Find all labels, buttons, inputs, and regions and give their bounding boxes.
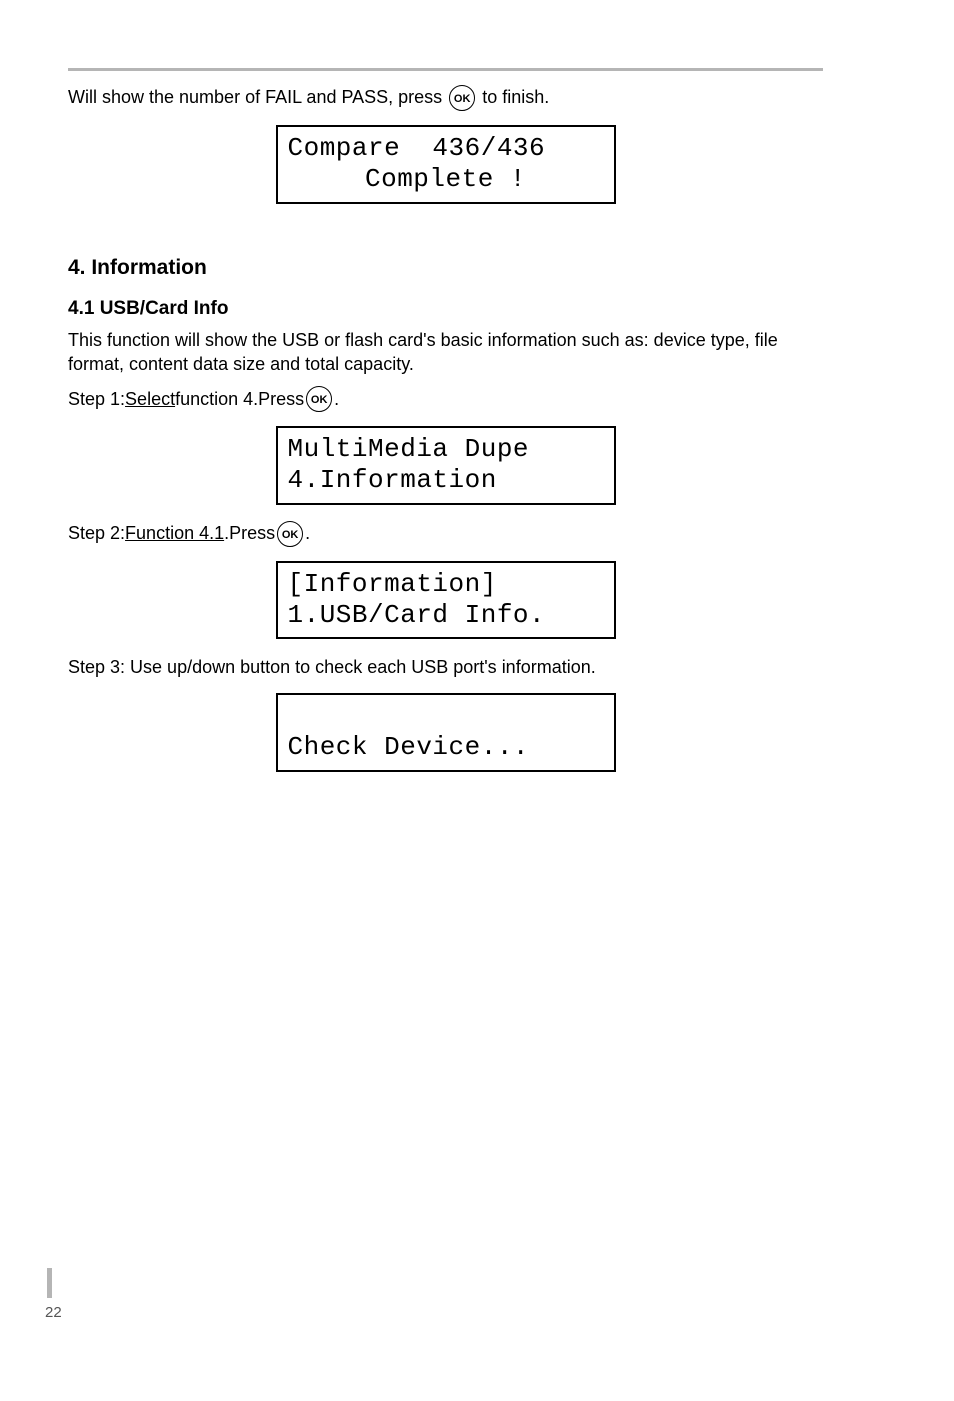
ok-icon: OK [306,386,332,412]
lcd-compare-line2: Complete ! [288,164,604,195]
step-2: Step 2: Function 4.1 .Press OK . [68,521,823,547]
intro-pre: Will show the number of FAIL and PASS, p… [68,87,447,107]
ok-icon: OK [277,521,303,547]
step2-post: . [305,521,310,545]
lcd-info-line1: [Information] [288,569,604,600]
lcd-compare: Compare 436/436 Complete ! [276,125,616,203]
intro-post: to finish. [482,87,549,107]
lcd-menu: MultiMedia Dupe 4.Information [276,426,616,504]
page-number-value: 22 [45,1304,54,1321]
lcd-menu-line1: MultiMedia Dupe [288,434,604,465]
lcd-info-line2: 1.USB/Card Info. [288,600,604,631]
section-41-desc: This function will show the USB or flash… [68,328,823,377]
section-4-heading: 4. Information [68,256,823,280]
step1-prefix: Step 1: [68,387,125,411]
page-number: 22 [45,1268,54,1321]
lcd-compare-line1: Compare 436/436 [288,133,604,164]
section-41-heading: 4.1 USB/Card Info [68,298,823,320]
ok-icon: OK [449,85,475,111]
step2-rest: .Press [224,521,275,545]
lcd-check: Check Device... [276,693,616,771]
page-number-bar [47,1268,52,1298]
step2-prefix: Step 2: [68,521,125,545]
step-3: Step 3: Use up/down button to check each… [68,655,823,679]
lcd-info: [Information] 1.USB/Card Info. [276,561,616,639]
step-1: Step 1: Select function 4.Press OK . [68,386,823,412]
top-rule [68,68,823,71]
step1-rest: function 4.Press [175,387,304,411]
step1-underline: Select [125,387,175,411]
lcd-check-line1 [288,701,604,732]
step2-underline: Function 4.1 [125,521,224,545]
intro-text: Will show the number of FAIL and PASS, p… [68,85,823,111]
step1-post: . [334,387,339,411]
lcd-check-line2: Check Device... [288,732,604,763]
lcd-menu-line2: 4.Information [288,465,604,496]
